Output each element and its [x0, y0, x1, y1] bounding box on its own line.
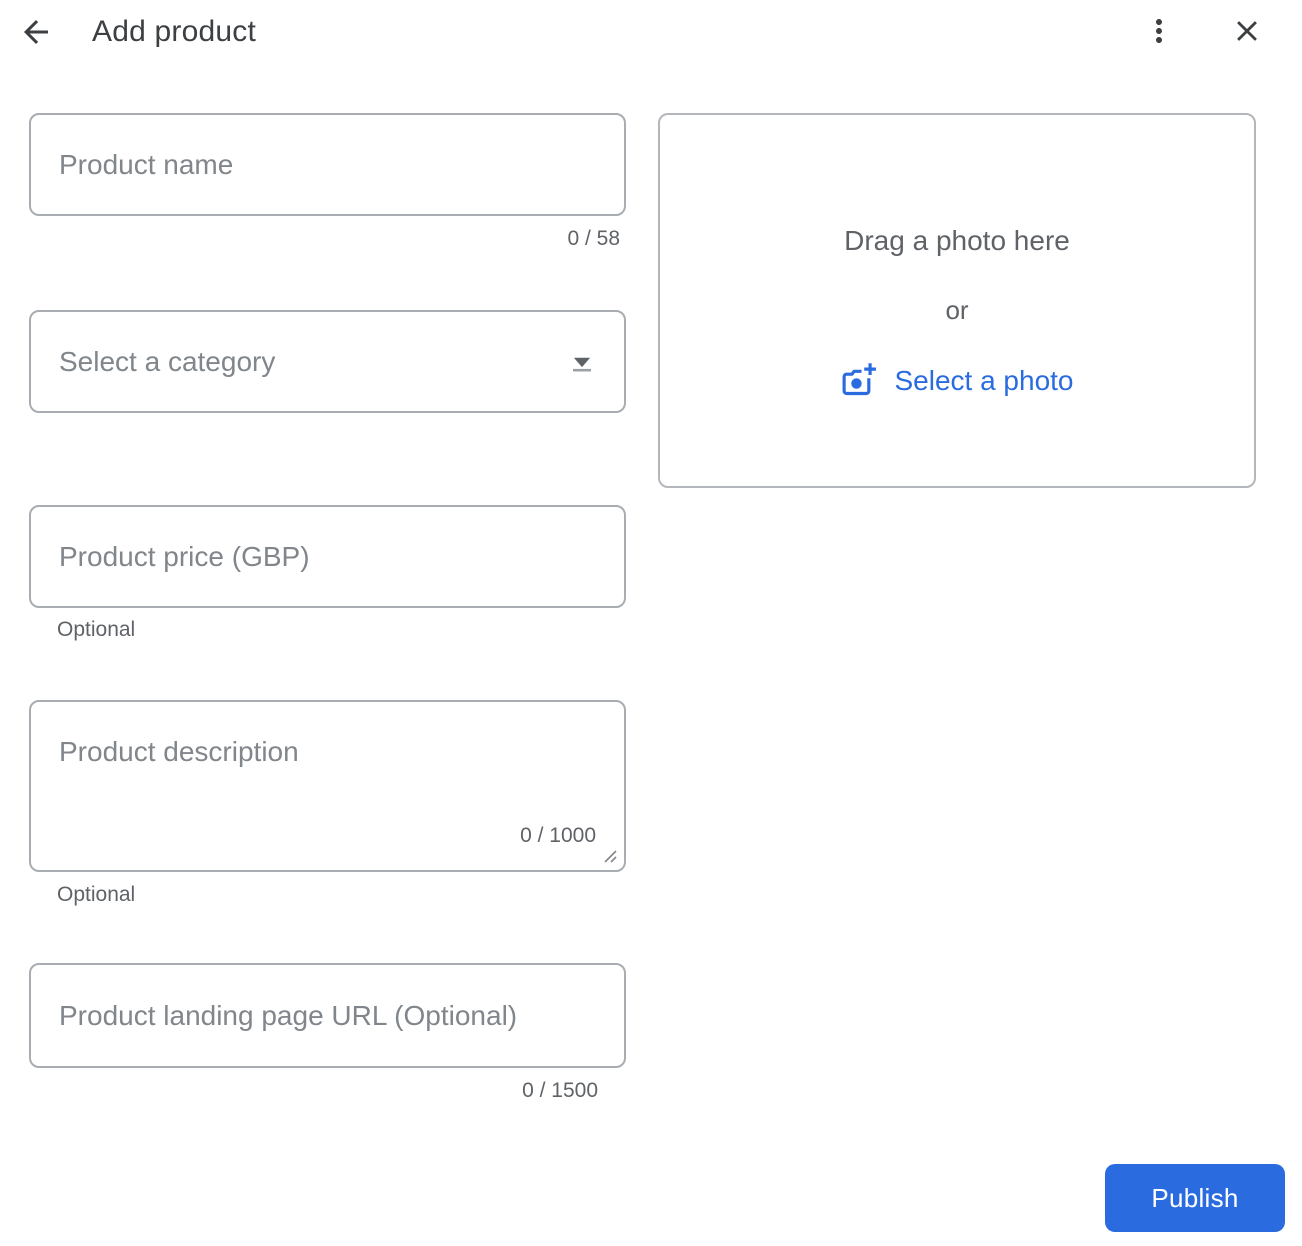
- more-vert-icon: [1141, 13, 1177, 49]
- select-photo-label: Select a photo: [894, 365, 1074, 396]
- product-name-counter: 0 / 58: [567, 227, 620, 250]
- drag-photo-text: Drag a photo here: [844, 225, 1070, 256]
- product-description-field: 0 / 1000: [29, 700, 626, 872]
- arrow-drop-down-icon: [564, 344, 600, 380]
- product-name-field: [29, 113, 626, 216]
- resize-handle-icon[interactable]: [601, 847, 619, 865]
- landing-url-field: [29, 963, 626, 1068]
- more-options-button[interactable]: [1137, 9, 1181, 53]
- category-select[interactable]: Select a category: [29, 310, 626, 413]
- add-a-photo-icon: [840, 362, 878, 400]
- close-button[interactable]: [1225, 9, 1269, 53]
- product-price-input[interactable]: [31, 507, 624, 606]
- landing-url-input[interactable]: [31, 965, 624, 1066]
- or-text: or: [945, 295, 969, 325]
- product-price-field: [29, 505, 626, 608]
- category-selected-value: Select a category: [59, 345, 276, 377]
- publish-label: Publish: [1151, 1182, 1239, 1213]
- photo-dropzone[interactable]: Drag a photo here or Select a photo: [658, 113, 1256, 488]
- description-counter: 0 / 1000: [520, 824, 596, 847]
- landing-url-counter: 0 / 1500: [522, 1079, 598, 1102]
- page-title: Add product: [92, 15, 256, 48]
- description-optional-label: Optional: [57, 883, 136, 906]
- add-product-dialog: Add product 0 / 58 Select a category Opt…: [0, 0, 1302, 1246]
- back-button[interactable]: [14, 10, 58, 54]
- publish-button[interactable]: Publish: [1105, 1164, 1285, 1232]
- arrow-back-icon: [18, 14, 54, 50]
- select-photo-button[interactable]: Select a photo: [840, 362, 1074, 400]
- price-optional-label: Optional: [57, 618, 136, 641]
- close-icon: [1230, 14, 1264, 48]
- product-name-input[interactable]: [31, 115, 624, 214]
